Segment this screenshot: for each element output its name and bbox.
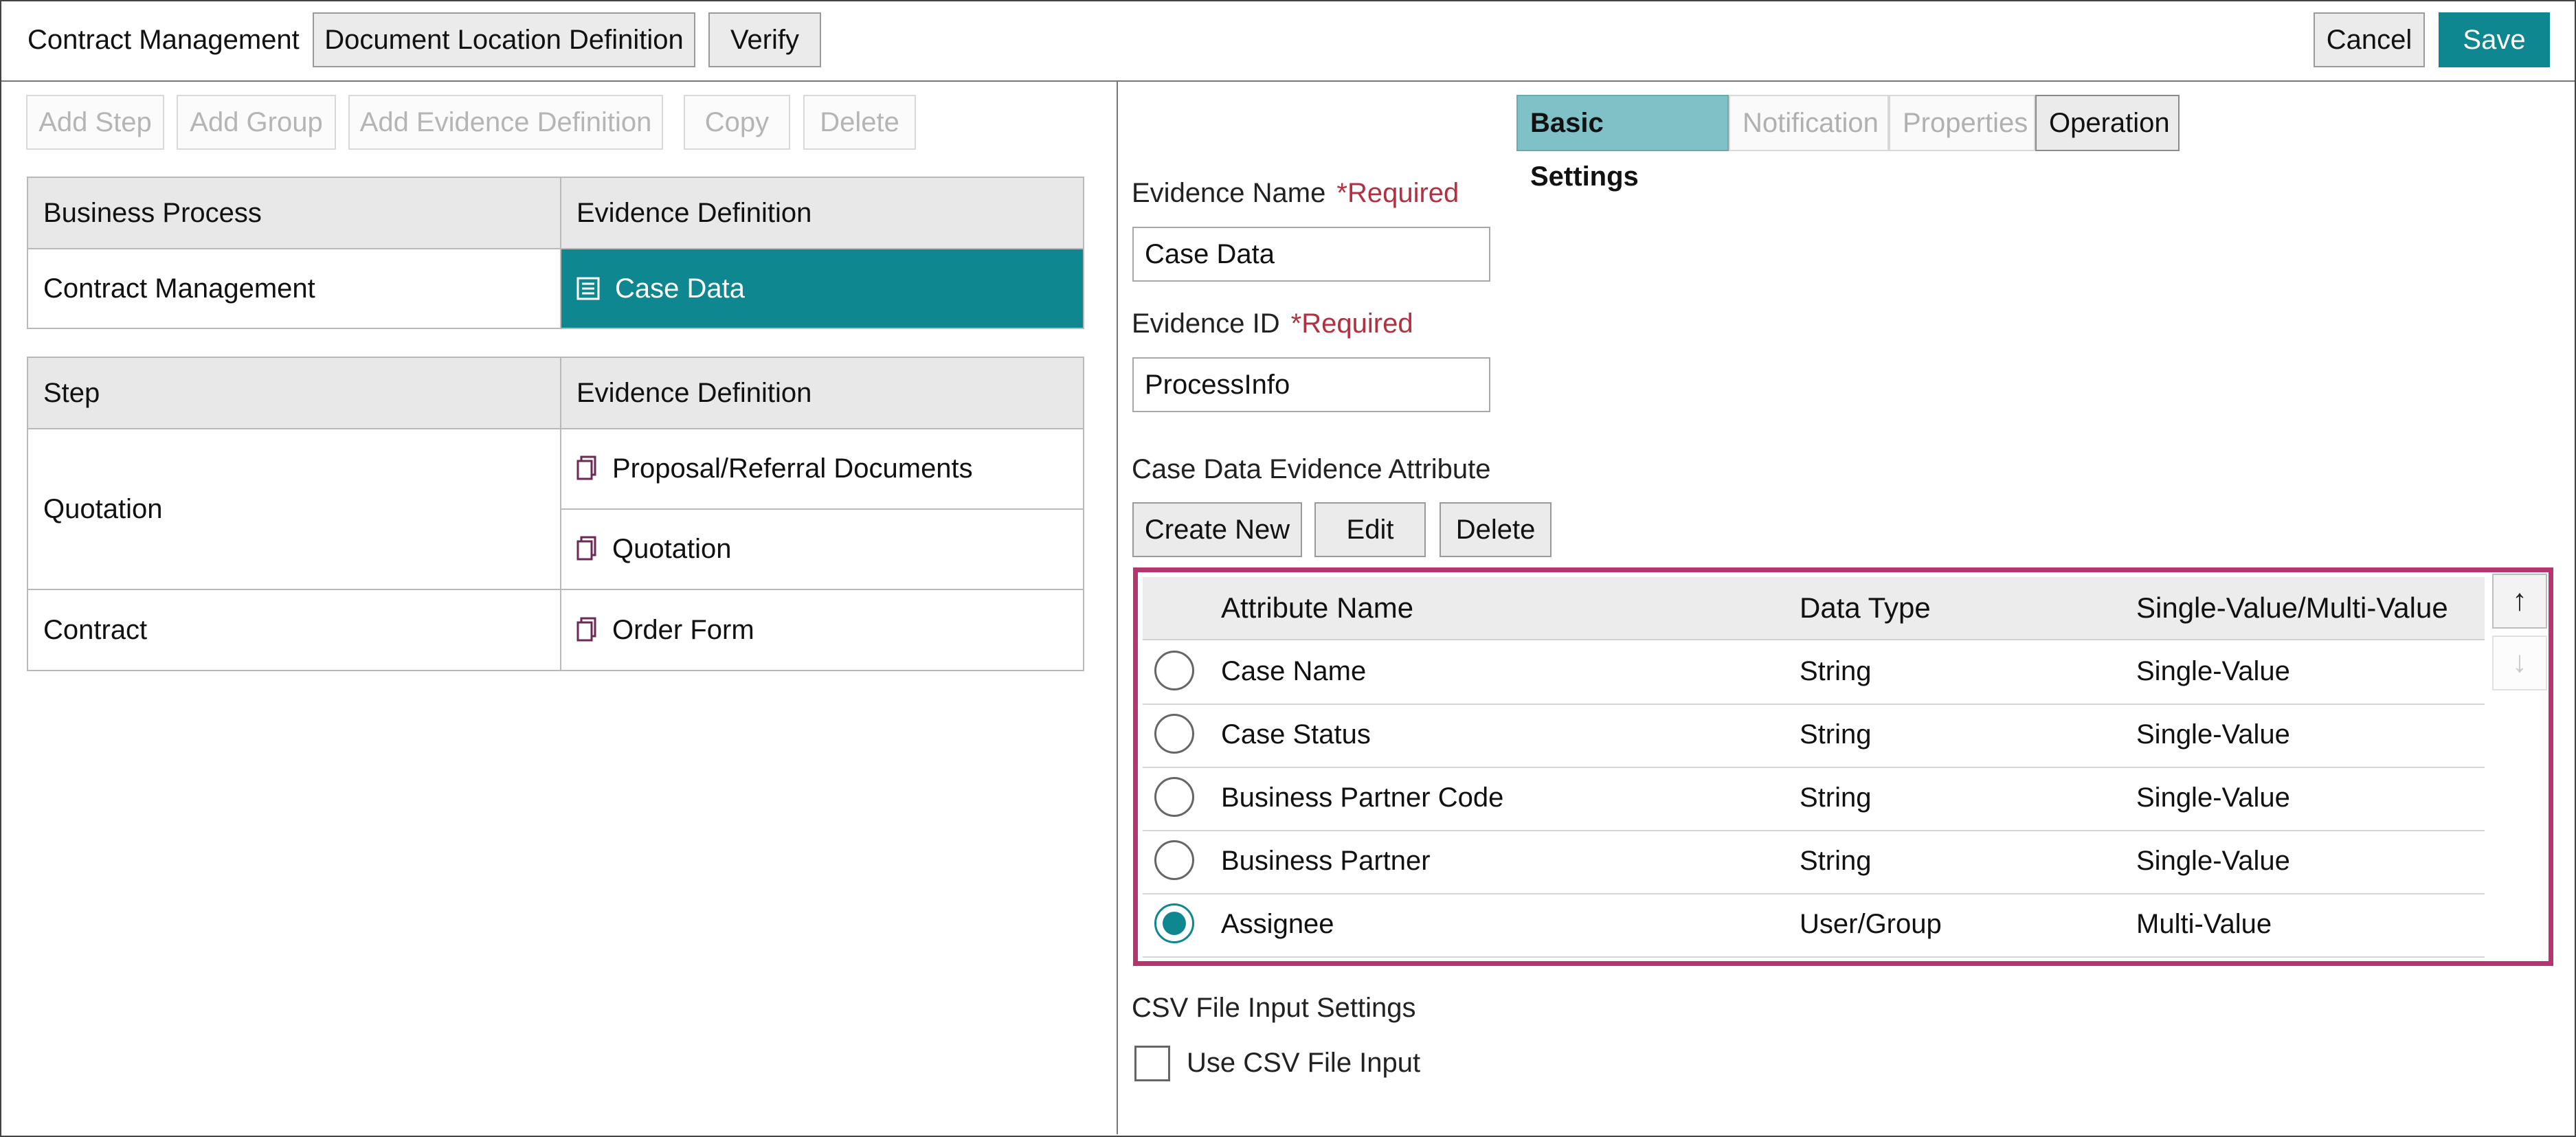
data-type-cell: String	[1800, 846, 1872, 876]
required-indicator: *Required	[1290, 308, 1413, 339]
attribute-table-header: Attribute Name Data Type Single-Value/Mu…	[1143, 577, 2485, 640]
arrow-down-icon: ↓	[2512, 645, 2527, 679]
csv-section-label: CSV File Input Settings	[1132, 993, 1416, 1023]
evidence-name-label: Evidence Name *Required	[1132, 178, 1459, 209]
column-header-value-mode: Single-Value/Multi-Value	[2136, 592, 2448, 624]
table-row[interactable]: Quotation Proposal/Referral Documents	[27, 428, 1084, 590]
evidence-id-label: Evidence ID *Required	[1132, 308, 1413, 339]
column-header-business-process: Business Process	[27, 177, 561, 249]
evidence-definition-cell[interactable]: Proposal/Referral Documents	[560, 428, 1084, 510]
row-radio[interactable]	[1154, 651, 1194, 690]
move-down-button[interactable]: ↓	[2492, 635, 2547, 690]
evidence-definition-label: Quotation	[612, 534, 732, 564]
column-header-step: Step	[27, 357, 561, 429]
document-icon	[576, 536, 596, 561]
evidence-id-input[interactable]: ProcessInfo	[1132, 357, 1490, 412]
evidence-definition-cell[interactable]: Order Form	[560, 589, 1084, 671]
add-group-button[interactable]: Add Group	[177, 95, 336, 150]
save-button[interactable]: Save	[2439, 12, 2550, 67]
add-evidence-definition-button[interactable]: Add Evidence Definition	[348, 95, 663, 150]
data-type-cell: User/Group	[1800, 909, 1942, 939]
edit-button[interactable]: Edit	[1314, 502, 1426, 557]
value-mode-cell: Single-Value	[2136, 783, 2290, 813]
add-step-button[interactable]: Add Step	[26, 95, 164, 150]
evidence-definition-label: Proposal/Referral Documents	[612, 453, 973, 484]
tab-basic-settings[interactable]: Basic Settings	[1516, 95, 1729, 192]
table-row[interactable]: Case Status String Single-Value	[1143, 703, 2485, 768]
attribute-name-cell: Assignee	[1221, 909, 1334, 939]
list-icon	[576, 277, 600, 300]
verify-button[interactable]: Verify	[708, 12, 821, 67]
table-row[interactable]: Contract Management Case Data	[27, 248, 1084, 329]
value-mode-cell: Single-Value	[2136, 719, 2290, 750]
top-bar: Contract Management Document Location De…	[1, 1, 2575, 82]
column-header-data-type: Data Type	[1800, 592, 1931, 624]
tab-notification[interactable]: Notification	[1729, 95, 1889, 151]
value-mode-cell: Single-Value	[2136, 656, 2290, 686]
cancel-button[interactable]: Cancel	[2314, 12, 2425, 67]
required-indicator: *Required	[1336, 178, 1459, 208]
data-type-cell: String	[1800, 719, 1872, 750]
evidence-definition-label: Order Form	[612, 614, 754, 645]
evidence-name-input[interactable]: Case Data	[1132, 227, 1490, 282]
table-row[interactable]: Contract Order Form	[27, 589, 1084, 671]
attribute-name-cell: Case Status	[1221, 719, 1371, 750]
attribute-name-cell: Business Partner Code	[1221, 783, 1504, 813]
document-location-definition-button[interactable]: Document Location Definition	[313, 12, 695, 67]
column-header-attribute-name: Attribute Name	[1221, 592, 1414, 624]
column-header-evidence-definition: Evidence Definition	[560, 177, 1084, 249]
table-row[interactable]: Assignee User/Group Multi-Value	[1143, 893, 2485, 958]
document-icon	[576, 617, 596, 641]
business-process-table: Business Process Evidence Definition Con…	[27, 177, 1084, 329]
value-mode-cell: Single-Value	[2136, 846, 2290, 876]
data-type-cell: String	[1800, 656, 1872, 686]
use-csv-label[interactable]: Use CSV File Input	[1187, 1048, 1420, 1079]
attribute-section-label: Case Data Evidence Attribute	[1132, 454, 1491, 484]
data-type-cell: String	[1800, 783, 1872, 813]
value-mode-cell: Multi-Value	[2136, 909, 2272, 939]
step-name-cell[interactable]: Quotation	[27, 428, 561, 590]
delete-attribute-button[interactable]: Delete	[1440, 502, 1552, 557]
right-pane: Basic Settings Notification Properties O…	[1118, 82, 2575, 1134]
row-radio[interactable]	[1154, 714, 1194, 754]
attribute-name-cell: Business Partner	[1221, 846, 1431, 876]
delete-button[interactable]: Delete	[803, 95, 916, 150]
document-icon	[576, 455, 596, 480]
evidence-definition-cell[interactable]: Case Data	[560, 248, 1084, 329]
copy-button[interactable]: Copy	[684, 95, 790, 150]
tab-operation[interactable]: Operation	[2035, 95, 2180, 151]
tab-properties[interactable]: Properties	[1889, 95, 2035, 151]
row-radio[interactable]	[1154, 777, 1194, 817]
attribute-table: Attribute Name Data Type Single-Value/Mu…	[1133, 567, 2553, 966]
settings-tabs: Basic Settings Notification Properties O…	[1516, 95, 2180, 192]
step-name-cell[interactable]: Contract	[27, 589, 561, 671]
table-row[interactable]: Business Partner String Single-Value	[1143, 830, 2485, 894]
move-up-button[interactable]: ↑	[2492, 574, 2547, 629]
left-pane: Add Step Add Group Add Evidence Definiti…	[1, 82, 1118, 1134]
column-header-evidence-definition: Evidence Definition	[560, 357, 1084, 429]
page-title: Contract Management	[27, 25, 300, 55]
evidence-definition-cell[interactable]: Quotation	[560, 508, 1084, 590]
row-radio[interactable]	[1154, 840, 1194, 880]
attribute-name-cell: Case Name	[1221, 656, 1367, 686]
process-name-cell[interactable]: Contract Management	[27, 248, 561, 329]
table-row[interactable]: Business Partner Code String Single-Valu…	[1143, 767, 2485, 831]
evidence-id-label-text: Evidence ID	[1132, 308, 1280, 339]
step-table: Step Evidence Definition Quotation Propo…	[27, 357, 1084, 671]
create-new-button[interactable]: Create New	[1132, 502, 1302, 557]
arrow-up-icon: ↑	[2512, 583, 2527, 617]
row-radio-selected[interactable]	[1154, 903, 1194, 943]
table-row[interactable]: Case Name String Single-Value	[1143, 640, 2485, 705]
evidence-definition-label: Case Data	[615, 273, 745, 304]
evidence-name-label-text: Evidence Name	[1132, 178, 1326, 208]
use-csv-checkbox[interactable]	[1134, 1046, 1170, 1081]
